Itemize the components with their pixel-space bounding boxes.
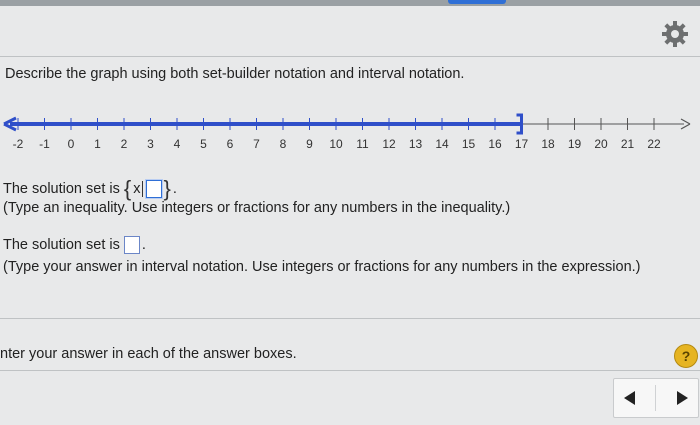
sentence-period: . — [141, 237, 146, 253]
solution-lead-text: The solution set is — [3, 181, 120, 197]
question-navigation — [613, 378, 699, 418]
tick-label: 0 — [68, 137, 75, 151]
tick-label: 8 — [280, 137, 287, 151]
tick-label: 9 — [306, 137, 313, 151]
tick-label: 5 — [200, 137, 207, 151]
tick-label: 11 — [356, 137, 369, 151]
set-divider — [142, 181, 144, 197]
tick-label: 12 — [382, 137, 396, 151]
interval-hint: (Type your answer in interval notation. … — [3, 259, 641, 275]
tick-label: 17 — [515, 137, 529, 151]
divider — [0, 318, 700, 319]
nav-separator — [655, 385, 657, 411]
inequality-answer-box[interactable] — [146, 180, 163, 198]
tick-label: 16 — [488, 137, 502, 151]
divider — [0, 370, 700, 371]
tick-label: 15 — [462, 137, 476, 151]
solution-interval-row: The solution set is . — [3, 236, 146, 254]
tick-label: 6 — [227, 137, 234, 151]
tick-label: -2 — [13, 137, 24, 151]
sentence-period: . — [172, 181, 177, 197]
top-bar — [0, 0, 700, 6]
divider — [0, 56, 700, 57]
tick-label: 21 — [621, 137, 635, 151]
tick-label: 2 — [121, 137, 128, 151]
question-prompt: Describe the graph using both set-builde… — [5, 66, 465, 82]
tick-label: -1 — [39, 137, 50, 151]
active-tab-indicator[interactable] — [448, 0, 506, 4]
set-variable: x — [133, 181, 141, 197]
tick-label: 4 — [174, 137, 181, 151]
set-open-brace: { — [123, 176, 132, 201]
solution-lead-text: The solution set is — [3, 237, 120, 253]
tick-label: 10 — [329, 137, 343, 151]
tick-label: 19 — [568, 137, 582, 151]
tick-label: 14 — [435, 137, 449, 151]
tick-label: 22 — [647, 137, 661, 151]
arrow-left-icon[interactable] — [624, 391, 636, 405]
tick-label: 13 — [409, 137, 423, 151]
help-button[interactable]: ? — [674, 344, 698, 368]
arrow-right-icon[interactable] — [676, 391, 688, 405]
tick-label: 7 — [253, 137, 260, 151]
tick-label: 18 — [541, 137, 555, 151]
interval-answer-box[interactable] — [123, 236, 140, 254]
inequality-hint: (Type an inequality. Use integers or fra… — [3, 200, 511, 216]
tick-label: 3 — [147, 137, 154, 151]
number-line-graphic: -2 -1 0 1 2 3 4 5 6 7 8 9 10 11 12 13 14 15 16 17 18 19 20 21 22 — [3, 113, 691, 151]
question-mark-icon: ? — [681, 348, 691, 364]
tick-label: 1 — [94, 137, 101, 151]
tick-label: 20 — [594, 137, 608, 151]
number-line: -2 -1 0 1 2 3 4 5 6 7 8 9 10 11 12 13 14 15 16 17 18 19 20 21 22 — [0, 108, 700, 158]
footer-instruction: nter your answer in each of the answer b… — [0, 346, 297, 362]
solution-set-builder-row: The solution set is { x } . — [3, 178, 177, 200]
gear-icon[interactable] — [659, 18, 691, 50]
set-close-brace: } — [163, 176, 171, 201]
